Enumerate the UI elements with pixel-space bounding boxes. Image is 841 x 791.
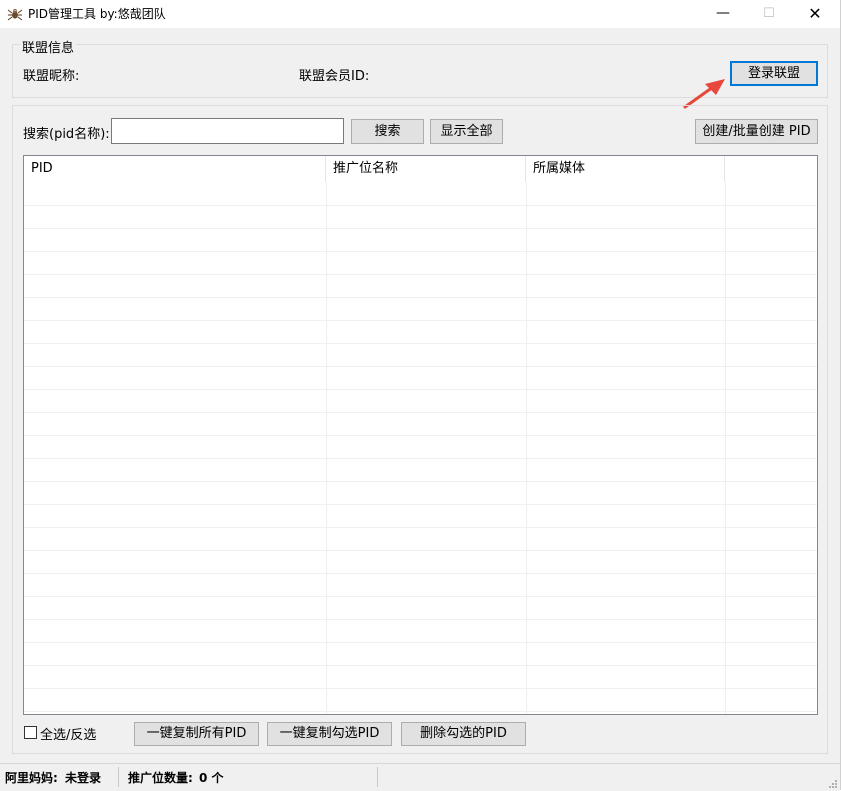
status-separator — [118, 767, 119, 787]
column-header-adzone-name[interactable]: 推广位名称 — [326, 156, 526, 182]
grid-row-line — [24, 596, 817, 597]
close-button[interactable]: ✕ — [792, 0, 838, 28]
select-all-checkbox[interactable] — [24, 726, 37, 739]
status-bar: 阿里妈妈: 未登录 推广位数量: 0 个 — [0, 763, 840, 791]
login-alliance-button[interactable]: 登录联盟 — [730, 61, 818, 86]
grid-row-line — [24, 458, 817, 459]
grid-column-line — [725, 182, 726, 714]
grid-column-line — [326, 182, 327, 714]
grid-row-line — [24, 366, 817, 367]
grid-row-line — [24, 481, 817, 482]
select-all-label[interactable]: 全选/反选 — [40, 724, 96, 743]
grid-row-line — [24, 665, 817, 666]
pid-manager-window: PID管理工具 by:悠哉团队 — ☐ ✕ 联盟信息 联盟昵称: 联盟会员ID:… — [0, 0, 841, 791]
search-button[interactable]: 搜索 — [351, 119, 424, 144]
copy-all-pid-button[interactable]: 一键复制所有PID — [134, 722, 259, 746]
column-header-pid[interactable]: PID — [24, 156, 326, 182]
copy-checked-pid-button[interactable]: 一键复制勾选PID — [267, 722, 392, 746]
grid-row-line — [24, 504, 817, 505]
grid-row-line — [24, 297, 817, 298]
grid-row-line — [24, 711, 817, 712]
alimama-status-value: 未登录 — [65, 771, 102, 785]
alimama-status-label: 阿里妈妈: — [5, 771, 58, 785]
column-header-extra[interactable] — [725, 156, 817, 182]
grid-row-line — [24, 320, 817, 321]
grid-row-line — [24, 550, 817, 551]
grid-column-line — [526, 182, 527, 714]
search-input[interactable] — [111, 118, 344, 144]
grid-row-line — [24, 527, 817, 528]
grid-row-line — [24, 343, 817, 344]
adzone-count-label: 推广位数量: — [128, 771, 193, 785]
create-pid-button[interactable]: 创建/批量创建 PID — [695, 119, 818, 144]
show-all-button[interactable]: 显示全部 — [430, 119, 503, 144]
grid-row-line — [24, 619, 817, 620]
pid-list-view[interactable]: PID 推广位名称 所属媒体 — [23, 155, 818, 715]
maximize-button[interactable]: ☐ — [746, 0, 792, 28]
grid-row-line — [24, 642, 817, 643]
alliance-member-id-label: 联盟会员ID: — [299, 69, 370, 84]
grid-row-line — [24, 573, 817, 574]
grid-row-line — [24, 205, 817, 206]
minimize-button[interactable]: — — [700, 0, 746, 28]
grid-row-line — [24, 251, 817, 252]
window-title: PID管理工具 by:悠哉团队 — [28, 7, 166, 21]
resize-grip-icon[interactable] — [828, 779, 838, 789]
status-separator — [377, 767, 378, 787]
delete-checked-pid-button[interactable]: 删除勾选的PID — [401, 722, 526, 746]
spider-icon — [7, 6, 23, 22]
adzone-count-value: 0 个 — [199, 771, 224, 785]
grid-row-line — [24, 228, 817, 229]
grid-row-line — [24, 435, 817, 436]
title-bar[interactable]: PID管理工具 by:悠哉团队 — ☐ ✕ — [0, 0, 840, 28]
search-label: 搜索(pid名称): — [23, 127, 110, 142]
column-header-media[interactable]: 所属媒体 — [526, 156, 725, 182]
alliance-info-legend: 联盟信息 — [20, 37, 77, 56]
grid-row-line — [24, 274, 817, 275]
grid-row-line — [24, 412, 817, 413]
list-header: PID 推广位名称 所属媒体 — [24, 156, 817, 182]
alliance-nickname-label: 联盟昵称: — [23, 69, 80, 84]
grid-row-line — [24, 389, 817, 390]
grid-row-line — [24, 688, 817, 689]
